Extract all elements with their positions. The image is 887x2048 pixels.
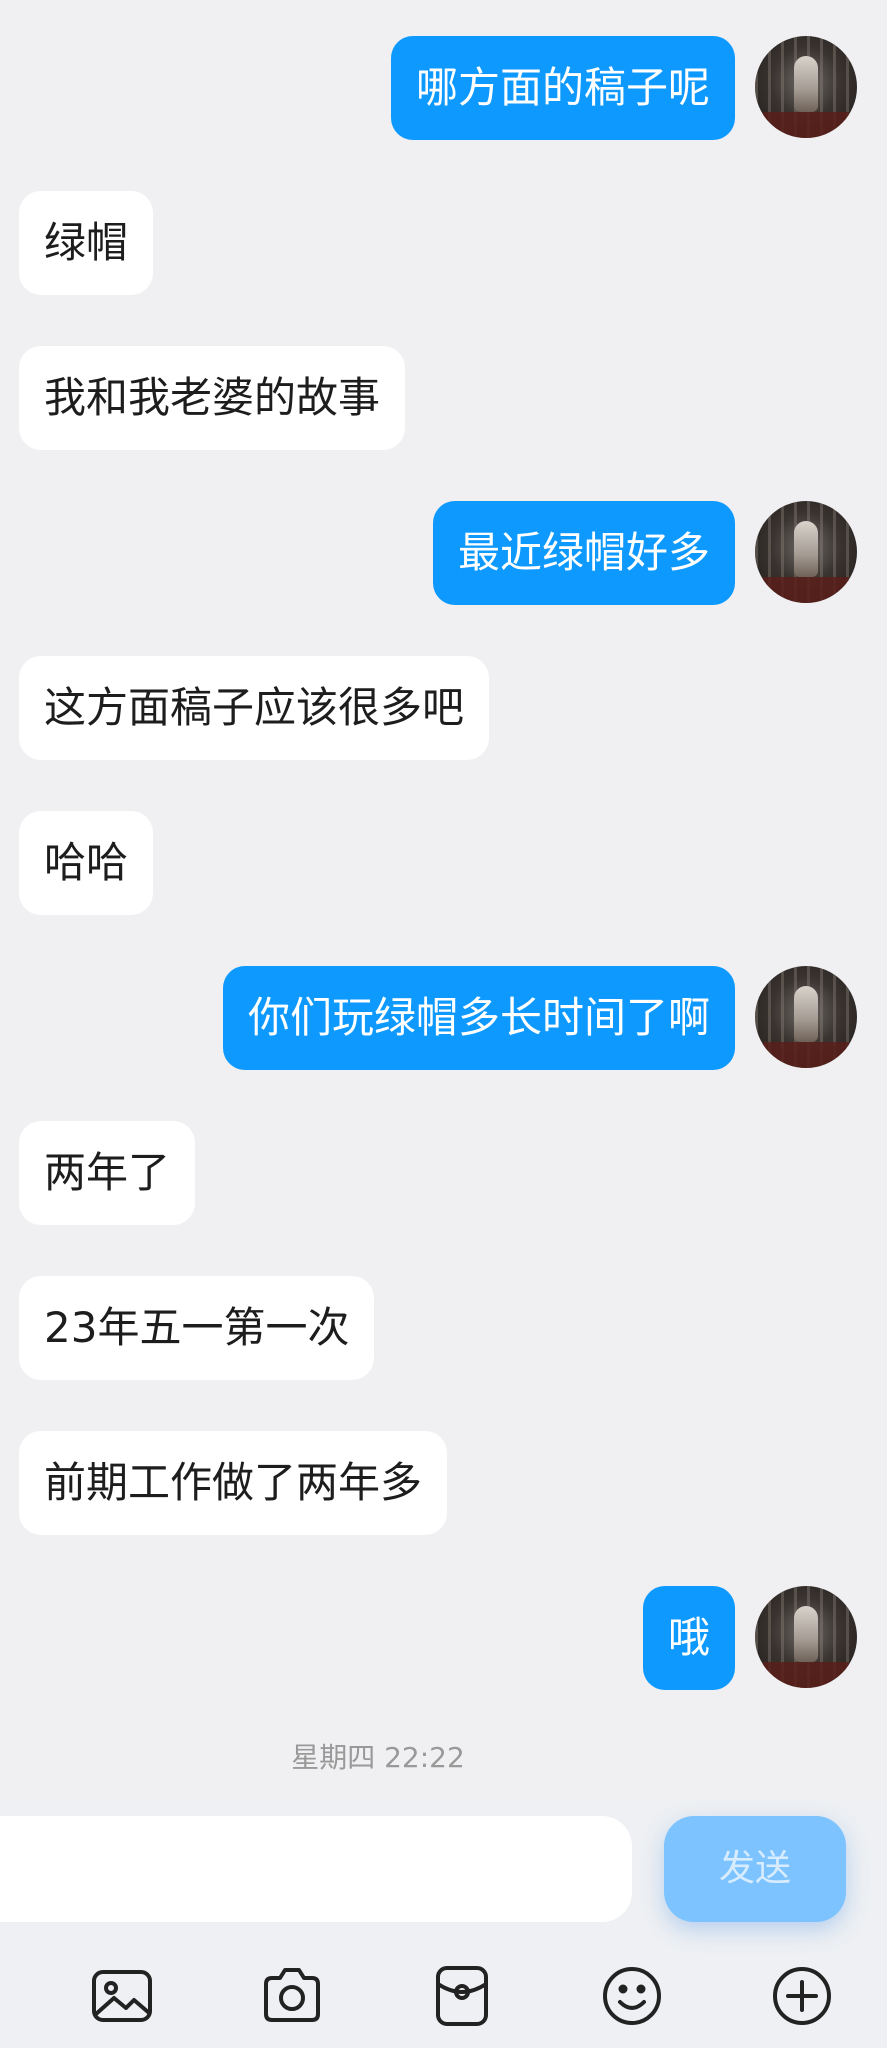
red-packet-icon[interactable]: [430, 1964, 494, 2028]
message-row-incoming: 23年五一第一次: [0, 1276, 887, 1380]
message-row-outgoing: 哦: [0, 1586, 887, 1690]
message-composer: 发送: [0, 1800, 887, 2048]
camera-icon[interactable]: [260, 1964, 324, 2028]
emoji-icon[interactable]: [600, 1964, 664, 2028]
message-input[interactable]: [0, 1816, 632, 1922]
message-row-incoming: 我和我老婆的故事: [0, 346, 887, 450]
message-bubble-incoming[interactable]: 绿帽: [19, 191, 154, 295]
message-bubble-incoming[interactable]: 哈哈: [19, 811, 154, 915]
message-row-outgoing: 你们玩绿帽多长时间了啊: [0, 966, 887, 1070]
message-row-incoming: 两年了: [0, 1121, 887, 1225]
message-bubble-outgoing[interactable]: 最近绿帽好多: [432, 501, 735, 605]
plus-icon[interactable]: [770, 1964, 834, 2028]
message-timestamp: 星期四 22:22: [291, 1741, 465, 1774]
message-bubble-incoming[interactable]: 23年五一第一次: [19, 1276, 375, 1380]
message-row-incoming: 前期工作做了两年多: [0, 1431, 887, 1535]
avatar[interactable]: [755, 1586, 857, 1688]
message-row-incoming: 这方面稿子应该很多吧: [0, 656, 887, 760]
message-bubble-incoming[interactable]: 前期工作做了两年多: [19, 1431, 448, 1535]
message-row-outgoing: 最近绿帽好多: [0, 501, 887, 605]
avatar[interactable]: [755, 501, 857, 603]
message-bubble-outgoing[interactable]: 哦: [642, 1586, 735, 1690]
avatar[interactable]: [755, 36, 857, 138]
message-bubble-outgoing[interactable]: 你们玩绿帽多长时间了啊: [222, 966, 735, 1070]
chat-message-list[interactable]: 哪方面的稿子呢 绿帽 我和我老婆的故事 最近绿帽好多 这方面稿子应该很多吧 哈哈…: [0, 0, 887, 1800]
composer-toolbar: [0, 1950, 887, 2040]
image-icon[interactable]: [90, 1964, 154, 2028]
message-bubble-incoming[interactable]: 两年了: [19, 1121, 196, 1225]
message-bubble-incoming[interactable]: 我和我老婆的故事: [19, 346, 406, 450]
message-row-incoming: 绿帽: [0, 191, 887, 295]
message-row-outgoing: 哪方面的稿子呢: [0, 36, 887, 140]
send-button[interactable]: 发送: [664, 1816, 846, 1922]
message-row-incoming: 哈哈: [0, 811, 887, 915]
avatar[interactable]: [755, 966, 857, 1068]
message-bubble-incoming[interactable]: 这方面稿子应该很多吧: [19, 656, 490, 760]
message-bubble-outgoing[interactable]: 哪方面的稿子呢: [390, 36, 735, 140]
